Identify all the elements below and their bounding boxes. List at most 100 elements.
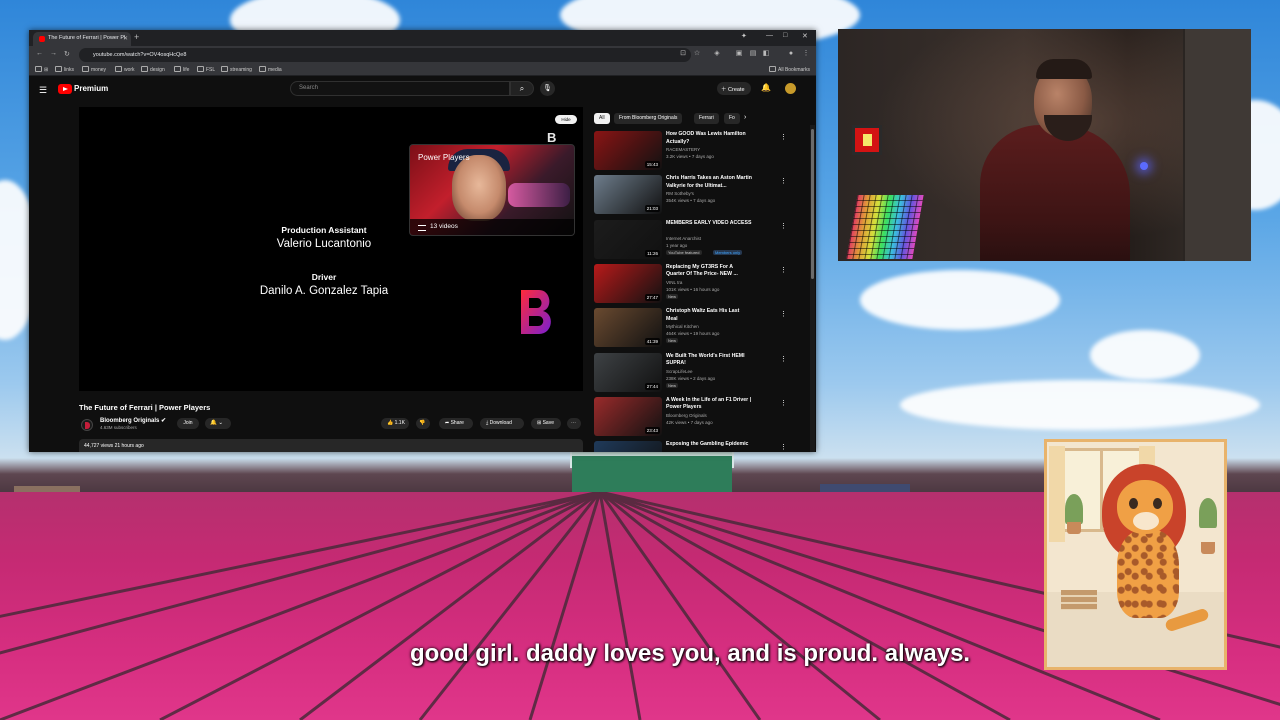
bookmark-folder[interactable]: streaming	[221, 66, 252, 73]
channel-name[interactable]: Internet Anarchist	[666, 236, 701, 241]
like-button[interactable]: 👍 1.1K	[381, 418, 409, 429]
video-thumbnail[interactable]: 27:44	[594, 352, 662, 392]
more-actions-button[interactable]: ⋯	[567, 418, 581, 429]
extension-icon[interactable]: ◧	[762, 50, 770, 58]
channel-name[interactable]: Bloomberg Originals ✔	[100, 417, 166, 424]
close-window-icon[interactable]: ✕	[802, 32, 808, 40]
browser-tab[interactable]: The Future of Ferrari | Power Pl ✕	[33, 32, 131, 46]
create-button[interactable]: ＋ Create	[717, 82, 751, 95]
bookmark-folder[interactable]: work	[115, 66, 135, 73]
more-options-icon[interactable]: ⋮	[780, 310, 787, 318]
back-icon[interactable]: ←	[36, 50, 43, 57]
video-title[interactable]: We Built The World's First HEMI SUPRA!	[666, 353, 752, 368]
recommendation-item[interactable]: 27:44 We Built The World's First HEMI SUP…	[594, 352, 804, 393]
recommendation-item[interactable]: 27:47 Replacing My GT3RS For A Quarter Of…	[594, 263, 804, 304]
video-thumbnail[interactable]	[594, 441, 662, 452]
video-title[interactable]: A Week In the Life of an F1 Driver | Pow…	[666, 397, 752, 412]
video-title[interactable]: Replacing My GT3RS For A Quarter Of The …	[666, 264, 752, 279]
forward-icon[interactable]: →	[50, 50, 57, 57]
maximize-icon[interactable]: □	[783, 32, 787, 39]
profile-avatar-icon[interactable]: ●	[787, 50, 795, 58]
video-thumbnail[interactable]: 21:03	[594, 175, 662, 215]
channel-name[interactable]: VINL tra	[666, 280, 682, 285]
hamburger-menu-icon[interactable]: ☰	[39, 85, 47, 96]
video-thumbnail[interactable]: 27:47	[594, 263, 662, 303]
video-duration: 11:26	[645, 249, 660, 257]
bookmark-star-icon[interactable]: ☆	[693, 50, 701, 58]
bookmark-folder[interactable]: links	[55, 66, 74, 73]
video-title[interactable]: Exposing the Gambling Epidemic	[666, 441, 752, 449]
chip-all[interactable]: All	[594, 113, 610, 124]
notifications-bell-icon[interactable]: 🔔	[761, 83, 771, 92]
youtube-logo-icon[interactable]	[58, 84, 72, 94]
recommendation-item[interactable]: 41:39 Christoph Waltz Eats His Last Meal M…	[594, 308, 804, 348]
video-player[interactable]: Hide B Production Assistant Valerio Luca…	[79, 107, 583, 391]
microphone-icon[interactable]: 🎙	[540, 81, 555, 96]
playlist-card[interactable]: Power Players 13 videos	[409, 144, 575, 236]
extension-icon[interactable]: ▤	[749, 50, 757, 58]
channel-name[interactable]: Bloomberg Originals	[666, 413, 707, 418]
url-field[interactable]: youtube.com/watch?v=OV4osqHcQe8	[79, 48, 691, 62]
more-options-icon[interactable]: ⋮	[780, 177, 787, 185]
more-options-icon[interactable]: ⋮	[780, 399, 787, 407]
channel-name[interactable]: ScrapLifeLee	[666, 369, 693, 374]
account-avatar[interactable]	[785, 83, 796, 94]
youtube-brand[interactable]: Premium	[74, 84, 108, 93]
download-button[interactable]: ⤓ Download	[480, 418, 524, 429]
page-scrollbar[interactable]	[810, 125, 815, 452]
video-title[interactable]: Christoph Waltz Eats His Last Meal	[666, 308, 752, 323]
recommendation-item[interactable]: 23:43 A Week In the Life of an F1 Driver …	[594, 396, 804, 437]
chip-ferrari[interactable]: Ferrari	[694, 113, 719, 124]
video-thumbnail[interactable]: 11:26	[594, 219, 662, 259]
extension-icon[interactable]: ▣	[735, 50, 743, 58]
video-thumbnail[interactable]: 15:43	[594, 131, 662, 170]
save-button[interactable]: ⊞ Save	[531, 418, 561, 429]
bookmark-folder[interactable]: media	[259, 66, 282, 73]
chevron-right-icon[interactable]: ›	[744, 114, 746, 121]
close-tab-icon[interactable]: ✕	[123, 35, 128, 42]
search-icon[interactable]: ⌕	[510, 81, 534, 96]
all-bookmarks[interactable]: All Bookmarks	[769, 66, 810, 73]
channel-name[interactable]: Mythical Kitchen	[666, 324, 699, 329]
recommendation-item[interactable]: 11:26 MEMBERS EARLY VIDEO ACCESS Internet …	[594, 219, 804, 260]
channel-name[interactable]: RACEMASTERY	[666, 147, 700, 152]
video-title[interactable]: MEMBERS EARLY VIDEO ACCESS	[666, 220, 752, 228]
profile-icon[interactable]: ✦	[741, 32, 747, 40]
more-options-icon[interactable]: ⋮	[780, 222, 787, 230]
bookmark-folder[interactable]: money	[82, 66, 106, 73]
more-options-icon[interactable]: ⋮	[780, 133, 787, 141]
bookmark-folder[interactable]: life	[174, 66, 189, 73]
new-tab-icon[interactable]: +	[134, 32, 139, 42]
recommendation-item[interactable]: 15:43 How GOOD Was Lewis Hamilton Actuall…	[594, 131, 804, 171]
video-thumbnail[interactable]: 41:39	[594, 308, 662, 348]
scrollbar-thumb[interactable]	[811, 129, 814, 279]
search-input[interactable]: Search	[290, 81, 510, 96]
more-options-icon[interactable]: ⋮	[780, 443, 787, 451]
chip-from-channel[interactable]: From Bloomberg Originals	[614, 113, 683, 124]
reload-icon[interactable]: ↻	[64, 50, 70, 58]
extensions-icon[interactable]: ◈	[713, 50, 721, 58]
chip-more[interactable]: Fo	[724, 113, 740, 124]
share-button[interactable]: ➦ Share	[439, 418, 473, 429]
join-button[interactable]: Join	[177, 418, 199, 429]
channel-avatar[interactable]	[81, 419, 93, 431]
video-title[interactable]: How GOOD Was Lewis Hamilton Actually?	[666, 131, 752, 146]
video-description[interactable]: 44,727 views 21 hours ago	[79, 439, 583, 452]
bookmark-folder[interactable]: design	[141, 66, 165, 73]
install-icon[interactable]: ⊡	[679, 50, 687, 58]
recommendation-item[interactable]: Exposing the Gambling Epidemic ⋮	[594, 441, 804, 452]
playlist-title: Power Players	[418, 153, 470, 162]
channel-name[interactable]: RM Sotheby's	[666, 191, 694, 196]
more-options-icon[interactable]: ⋮	[780, 266, 787, 274]
subscription-bell-button[interactable]: 🔔 ⌄	[205, 418, 231, 429]
menu-dots-icon[interactable]: ⋮	[802, 50, 810, 58]
dislike-button[interactable]: 👎	[416, 418, 430, 429]
apps-grid-icon[interactable]: ⊞	[35, 66, 48, 73]
video-thumbnail[interactable]: 23:43	[594, 396, 662, 436]
minimize-icon[interactable]: —	[766, 32, 773, 39]
recommendation-item[interactable]: 21:03 Chris Harris Takes an Aston Martin …	[594, 175, 804, 215]
video-title[interactable]: Chris Harris Takes an Aston Martin Valky…	[666, 175, 752, 190]
bookmark-folder[interactable]: FSL	[197, 66, 215, 73]
more-options-icon[interactable]: ⋮	[780, 355, 787, 363]
hide-button[interactable]: Hide	[555, 115, 577, 124]
